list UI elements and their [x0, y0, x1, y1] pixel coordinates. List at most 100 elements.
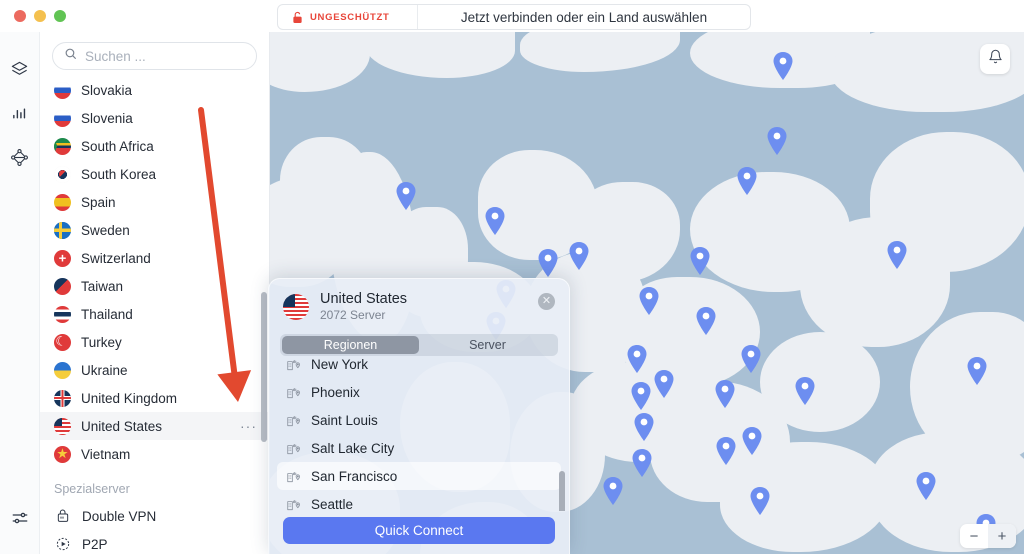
- special-server-label: Double VPN: [82, 508, 157, 524]
- sidebar-item-united-kingdom[interactable]: United Kingdom: [40, 384, 269, 412]
- country-label: Turkey: [81, 334, 122, 350]
- p2p-icon: [54, 536, 72, 552]
- country-label: Ukraine: [81, 362, 128, 378]
- sidebar-item-taiwan[interactable]: Taiwan: [40, 272, 269, 300]
- map-pin-17[interactable]: [714, 379, 736, 409]
- sidebar-scrollbar[interactable]: [261, 292, 267, 442]
- map-pin-18[interactable]: [631, 448, 653, 478]
- sidebar-item-turkey[interactable]: ☾ Turkey: [40, 328, 269, 356]
- special-server-p2p[interactable]: P2P: [40, 530, 269, 554]
- close-window-button[interactable]: [14, 10, 26, 22]
- special-server-double-vpn[interactable]: Double VPN: [40, 502, 269, 530]
- map-pin-10[interactable]: [689, 246, 711, 276]
- zoom-in-button[interactable]: +: [988, 524, 1016, 548]
- country-label: South Africa: [81, 138, 154, 154]
- country-detail-panel[interactable]: United States 2072 Server ✕ Regionen Serv…: [268, 278, 570, 554]
- flag-icon-us: [54, 417, 71, 435]
- city-building-pin-icon: [285, 413, 302, 428]
- panel-scrollbar[interactable]: [559, 471, 565, 511]
- map-pin-20[interactable]: [741, 426, 763, 456]
- map-pin-21[interactable]: [602, 476, 624, 506]
- sidebar-item-mesh[interactable]: [0, 138, 40, 182]
- protection-status-label: UNGESCHÜTZT: [310, 11, 390, 23]
- special-server-label: P2P: [82, 536, 108, 552]
- city-item-saint-louis[interactable]: Saint Louis: [277, 406, 561, 434]
- map-pin-19[interactable]: [715, 436, 737, 466]
- special-servers-list[interactable]: Double VPN P2P: [40, 502, 269, 554]
- sidebar-item-layers[interactable]: [0, 50, 40, 94]
- notifications-button[interactable]: [980, 44, 1010, 74]
- map-pin-14[interactable]: [653, 369, 675, 399]
- country-sidebar[interactable]: Slovakia Slovenia South Africa South Korea S…: [40, 32, 270, 554]
- map-pin-1[interactable]: [766, 126, 788, 156]
- panel-server-count: 2072 Server: [320, 308, 386, 322]
- maximize-window-button[interactable]: [54, 10, 66, 22]
- sidebar-item-stats[interactable]: [0, 94, 40, 138]
- zoom-out-button[interactable]: −: [960, 524, 988, 548]
- search-box[interactable]: [52, 42, 262, 70]
- sidebar-item-settings[interactable]: [0, 498, 40, 542]
- map-pin-2[interactable]: [736, 166, 758, 196]
- map-pin-4[interactable]: [395, 181, 417, 211]
- sidebar-item-south-korea[interactable]: South Korea: [40, 160, 269, 188]
- country-list[interactable]: Slovakia Slovenia South Africa South Korea S…: [40, 76, 269, 468]
- bell-icon: [988, 49, 1003, 69]
- city-item-salt-lake-city[interactable]: Salt Lake City: [277, 434, 561, 462]
- flag-icon-se: [54, 221, 71, 239]
- map-pin-8[interactable]: [568, 241, 590, 271]
- panel-tabs[interactable]: Regionen Server: [280, 334, 558, 356]
- search-input[interactable]: [85, 48, 262, 64]
- map-pin-5[interactable]: [484, 206, 506, 236]
- city-item-phoenix[interactable]: Phoenix: [277, 378, 561, 406]
- layers-icon: [10, 60, 29, 84]
- map-pin-23[interactable]: [749, 486, 771, 516]
- country-label: Taiwan: [81, 278, 124, 294]
- city-building-pin-icon: [285, 441, 302, 456]
- sidebar-item-slovakia[interactable]: Slovakia: [40, 76, 269, 104]
- sidebar-item-thailand[interactable]: Thailand: [40, 300, 269, 328]
- app-window: − + Slovakia Slovenia South Africa South Ko…: [0, 0, 1024, 554]
- map-pin-12[interactable]: [626, 344, 648, 374]
- panel-quick-connect-button[interactable]: Quick Connect: [283, 517, 555, 544]
- window-controls[interactable]: [14, 10, 66, 22]
- flag-icon-ua: [54, 361, 71, 379]
- sidebar-item-south-africa[interactable]: South Africa: [40, 132, 269, 160]
- sidebar-item-ukraine[interactable]: Ukraine: [40, 356, 269, 384]
- city-label: Seattle: [311, 496, 354, 512]
- map-pin-15[interactable]: [740, 344, 762, 374]
- tab-server[interactable]: Server: [419, 336, 556, 354]
- sidebar-item-sweden[interactable]: Sweden: [40, 216, 269, 244]
- tab-regionen[interactable]: Regionen: [282, 336, 419, 354]
- map-pin-26[interactable]: [886, 240, 908, 270]
- map-pin-25[interactable]: [966, 356, 988, 386]
- city-item-new-york[interactable]: New York: [277, 356, 561, 378]
- sidebar-item-slovenia[interactable]: Slovenia: [40, 104, 269, 132]
- map-pin-3[interactable]: [537, 248, 559, 278]
- map-pin-11[interactable]: [695, 306, 717, 336]
- flag-icon-tw: [54, 277, 71, 295]
- map-pin-9[interactable]: [638, 286, 660, 316]
- map-pin-16[interactable]: [633, 412, 655, 442]
- panel-country-flag: [283, 293, 309, 320]
- sidebar-item-united-states[interactable]: United States ···: [40, 412, 269, 440]
- map-pin-0[interactable]: [772, 51, 794, 81]
- sidebar-item-switzerland[interactable]: + Switzerland: [40, 244, 269, 272]
- map-pin-13[interactable]: [630, 381, 652, 411]
- map-zoom-controls[interactable]: − +: [960, 524, 1016, 548]
- minimize-window-button[interactable]: [34, 10, 46, 22]
- flag-icon-vn: ★: [54, 445, 71, 463]
- close-icon[interactable]: ✕: [538, 293, 555, 310]
- sidebar-item-spain[interactable]: Spain: [40, 188, 269, 216]
- country-label: Slovenia: [81, 110, 133, 126]
- city-list[interactable]: New York Phoenix Saint Louis Salt Lake City…: [269, 356, 569, 511]
- city-item-seattle[interactable]: Seattle: [277, 490, 561, 511]
- flag-icon-th: [54, 305, 71, 323]
- landmass-1: [365, 32, 515, 78]
- country-overflow-icon[interactable]: ···: [240, 419, 257, 433]
- map-pin-22[interactable]: [794, 376, 816, 406]
- sidebar-item-vietnam[interactable]: ★ Vietnam: [40, 440, 269, 468]
- landmass-24: [760, 332, 880, 432]
- map-pin-24[interactable]: [915, 471, 937, 501]
- left-icon-rail[interactable]: [0, 32, 40, 554]
- city-item-san-francisco[interactable]: San Francisco: [277, 462, 561, 490]
